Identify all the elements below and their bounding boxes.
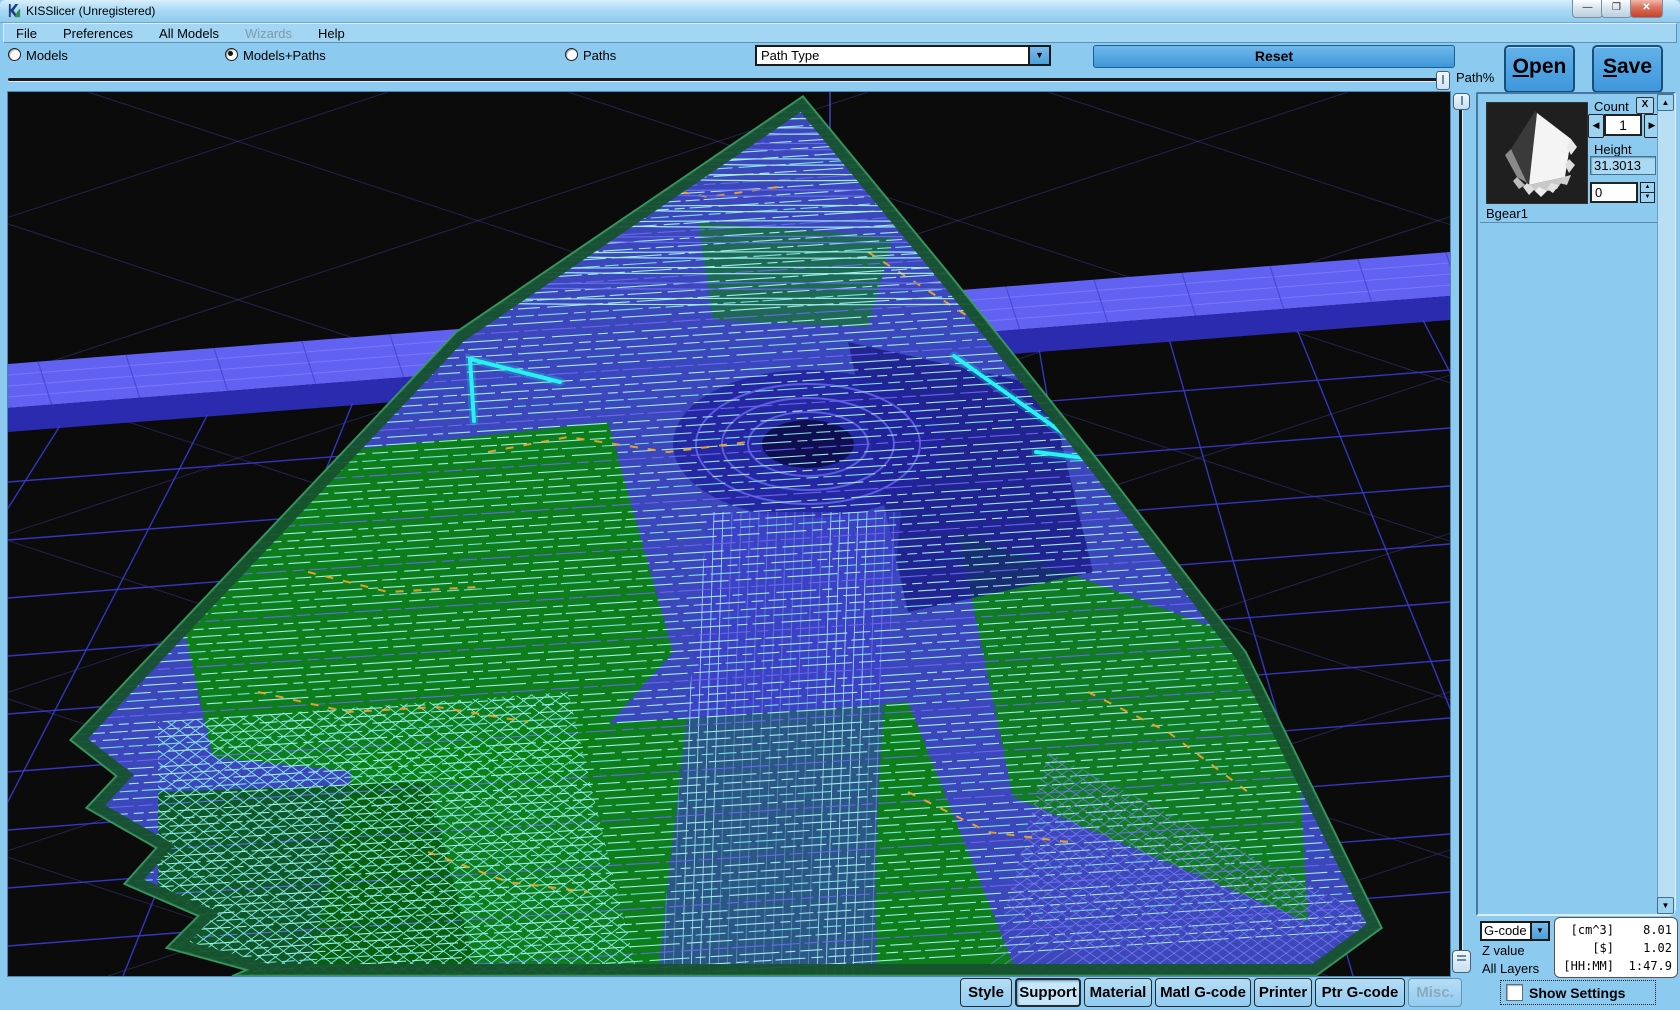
radio-models[interactable]: Models [8, 47, 68, 65]
menu-help[interactable]: Help [318, 26, 345, 41]
restore-button[interactable]: ❐ [1601, 0, 1632, 18]
tab-style[interactable]: Style [960, 978, 1012, 1007]
reset-button[interactable]: Reset [1093, 45, 1455, 68]
radio-paths-label: Paths [583, 48, 616, 63]
model-thumbnail[interactable] [1486, 102, 1588, 204]
tab-material[interactable]: Material [1084, 978, 1152, 1007]
path-percent-slider-handle[interactable] [1436, 71, 1450, 90]
gcode-dropdown-arrow-icon[interactable]: ▼ [1530, 923, 1548, 939]
z-value-label: Z value [1482, 943, 1525, 958]
title-bar[interactable]: KISSlicer (Unregistered) — ❐ ✕ [0, 0, 1680, 23]
menu-all-models[interactable]: All Models [159, 26, 219, 41]
menu-file[interactable]: File [16, 26, 37, 41]
save-button[interactable]: Save [1592, 45, 1663, 93]
stat-time-value: 1:47.9 [1622, 957, 1672, 975]
scroll-up-icon[interactable]: ▲ [1657, 94, 1674, 111]
show-settings-checkbox[interactable] [1506, 984, 1523, 1001]
panel-scrollbar[interactable] [1657, 94, 1675, 914]
path-percent-slider-track[interactable] [8, 78, 1446, 81]
radio-models-paths[interactable]: Models+Paths [225, 47, 326, 65]
menu-bar: File Preferences All Models Wizards Help [3, 23, 1677, 43]
radio-paths-circle[interactable] [565, 48, 578, 61]
stat-cost-value: 1.02 [1622, 939, 1672, 957]
menu-preferences[interactable]: Preferences [63, 26, 133, 41]
scroll-down-icon[interactable]: ▼ [1657, 897, 1674, 914]
app-icon [7, 3, 22, 18]
show-settings-label: Show Settings [1529, 985, 1625, 1001]
radio-models-label: Models [26, 48, 68, 63]
tab-ptr-gcode[interactable]: Ptr G-code [1315, 978, 1405, 1007]
z-slider-track[interactable] [1459, 94, 1462, 968]
tab-matl-gcode[interactable]: Matl G-code [1155, 978, 1251, 1007]
model-name: Bgear1 [1486, 206, 1528, 221]
radio-models-paths-circle[interactable] [225, 48, 238, 61]
stat-volume: [cm^3] 8.01 [1560, 921, 1672, 939]
stat-volume-value: 8.01 [1622, 921, 1672, 939]
open-rest: pen [1529, 55, 1566, 78]
gcode-dropdown-value: G-code [1482, 923, 1530, 939]
tab-misc: Misc. [1408, 978, 1462, 1007]
minimize-button[interactable]: — [1572, 0, 1603, 18]
count-decrement-button[interactable]: ◀ [1588, 114, 1604, 138]
3d-preview-viewport[interactable] [7, 91, 1451, 977]
sliced-model-scene [8, 92, 1450, 976]
count-value-field[interactable]: 1 [1604, 114, 1642, 136]
z-slider-top-cap[interactable] [1453, 93, 1470, 110]
z-slider-handle[interactable] [1452, 950, 1471, 973]
rotation-up-icon[interactable]: ▲ [1641, 183, 1654, 193]
gcode-dropdown[interactable]: G-code ▼ [1480, 921, 1550, 941]
show-settings-toggle[interactable]: Show Settings [1500, 980, 1656, 1005]
save-key: S [1603, 55, 1617, 78]
kisslicer-window: { "window": { "title": "KISSlicer (Unreg… [0, 0, 1680, 1010]
stat-volume-unit: [cm^3] [1560, 921, 1622, 939]
path-percent-label: Path% [1456, 70, 1494, 85]
open-key: O [1513, 55, 1529, 78]
stat-cost: [$] 1.02 [1560, 939, 1672, 957]
stat-time-unit: [HH:MM] [1560, 957, 1622, 975]
path-type-value: Path Type [757, 47, 1028, 64]
rotation-spinner[interactable]: ▲ ▼ [1640, 182, 1655, 203]
rotation-down-icon[interactable]: ▼ [1641, 193, 1654, 202]
count-label: Count [1594, 99, 1629, 114]
window-title: KISSlicer (Unregistered) [26, 4, 155, 18]
height-label: Height [1594, 142, 1632, 157]
tab-support[interactable]: Support [1015, 978, 1081, 1007]
print-stats-box: [cm^3] 8.01 [$] 1.02 [HH:MM] 1:47.9 [1554, 917, 1678, 978]
save-rest: ave [1617, 55, 1652, 78]
model-card-divider [1480, 222, 1658, 223]
tab-printer[interactable]: Printer [1254, 978, 1312, 1007]
open-button[interactable]: Open [1504, 45, 1575, 93]
radio-models-paths-label: Models+Paths [243, 48, 326, 63]
radio-paths[interactable]: Paths [565, 47, 616, 65]
path-type-dropdown[interactable]: Path Type ▼ [755, 45, 1051, 66]
all-layers-label: All Layers [1482, 961, 1539, 976]
height-value-field: 31.3013 [1590, 156, 1656, 175]
close-button[interactable]: ✕ [1630, 0, 1663, 18]
stat-cost-unit: [$] [1560, 939, 1622, 957]
model-close-button[interactable]: X [1636, 97, 1654, 114]
model-list-panel: Bgear1 Count X ◀ 1 ▶ Height 31.3013 0 ▲ … [1476, 92, 1676, 916]
rotation-input[interactable]: 0 [1590, 182, 1638, 203]
stat-time: [HH:MM] 1:47.9 [1560, 957, 1672, 975]
radio-models-circle[interactable] [8, 48, 21, 61]
menu-wizards: Wizards [245, 26, 292, 41]
dropdown-arrow-icon[interactable]: ▼ [1028, 47, 1049, 64]
